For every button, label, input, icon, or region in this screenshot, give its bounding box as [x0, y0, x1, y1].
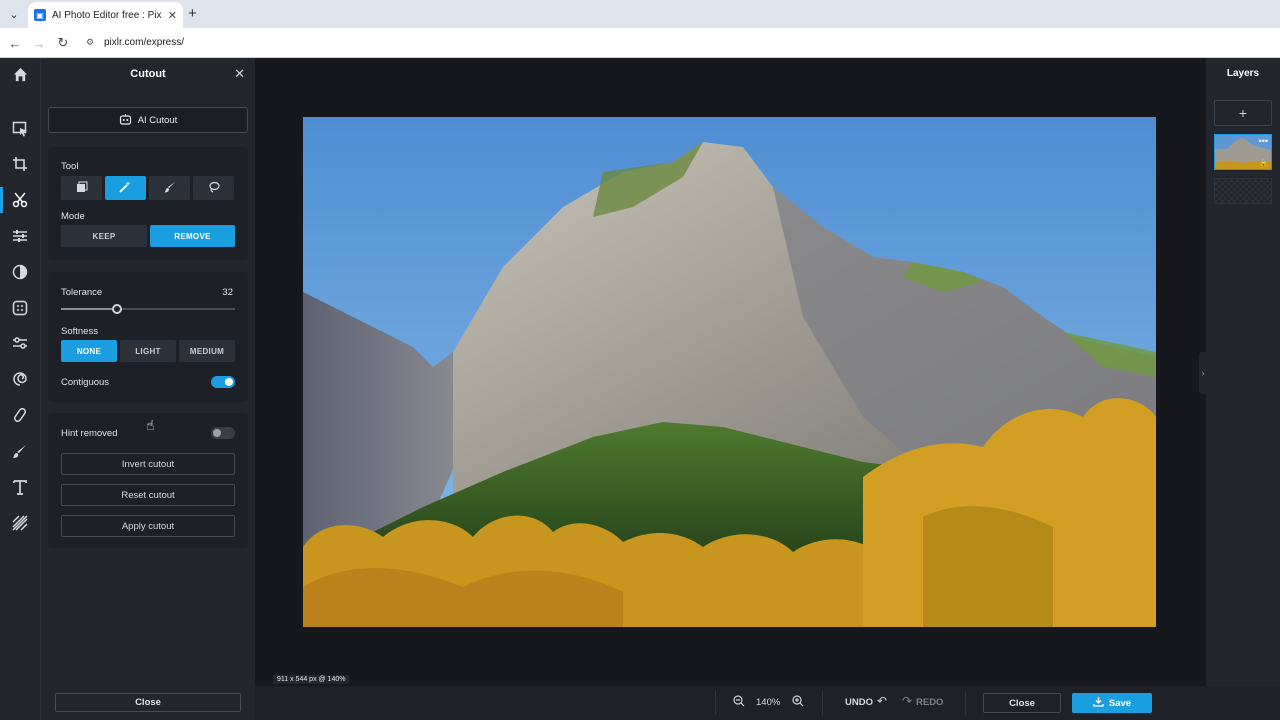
shape-icon	[76, 181, 88, 196]
robot-icon	[119, 113, 132, 128]
ai-cutout-label: AI Cutout	[137, 114, 178, 126]
liquify-icon[interactable]	[10, 333, 30, 353]
magic-wand-tool-button[interactable]	[105, 176, 146, 200]
tolerance-label: Tolerance	[61, 287, 103, 298]
invert-cutout-button[interactable]: Invert cutout	[61, 453, 235, 475]
redo-icon[interactable]: ↷	[902, 694, 912, 708]
ai-cutout-button[interactable]: AI Cutout	[48, 107, 248, 133]
crop-icon[interactable]	[10, 154, 30, 174]
lasso-tool-button[interactable]	[193, 176, 234, 200]
heal-icon[interactable]	[10, 405, 30, 425]
redo-button[interactable]: REDO	[916, 697, 943, 708]
forward-icon[interactable]: →	[31, 35, 47, 51]
undo-button[interactable]: UNDO	[845, 697, 873, 708]
softness-none-button[interactable]: NONE	[61, 340, 117, 362]
home-icon[interactable]	[10, 64, 30, 84]
softness-medium-button[interactable]: MEDIUM	[179, 340, 235, 362]
hint-removed-label: Hint removed	[61, 428, 118, 439]
tool-label: Tool	[61, 161, 79, 172]
tolerance-value: 32	[222, 287, 233, 298]
tab-title: AI Photo Editor free : Pixlr Express	[52, 9, 162, 21]
apply-cutout-button[interactable]: Apply cutout	[61, 515, 235, 537]
url-field[interactable]: pixlr.com/express/	[104, 37, 184, 48]
address-bar: ← → ↻ ⚙ pixlr.com/express/	[0, 28, 1280, 58]
tab-close-icon[interactable]: ✕	[168, 9, 177, 22]
tolerance-softness-card: Tolerance 32 Softness NONE LIGHT MEDIUM …	[48, 272, 248, 402]
left-toolbar	[0, 58, 41, 720]
canvas-area: 911 x 544 px @ 140%	[255, 58, 1206, 686]
pixlr-favicon-icon: ▣	[34, 9, 46, 21]
cutout-panel: Cutout ✕ AI Cutout Tool Mode KEEP REMOVE…	[41, 58, 255, 720]
close-panel-icon[interactable]: ✕	[234, 66, 245, 82]
save-label: Save	[1108, 697, 1132, 709]
active-tool-indicator	[0, 187, 3, 213]
tool-mode-card: Tool Mode KEEP REMOVE	[48, 147, 248, 260]
tab-list-dropdown-icon[interactable]: ⌄	[6, 6, 22, 22]
shape-tool-button[interactable]	[61, 176, 102, 200]
undo-icon[interactable]: ↶	[877, 694, 887, 708]
mode-keep-button[interactable]: KEEP	[61, 225, 147, 247]
site-info-icon[interactable]: ⚙	[86, 37, 96, 47]
reload-icon[interactable]: ↻	[55, 35, 71, 51]
save-button[interactable]: Save	[1072, 693, 1152, 713]
effect-icon[interactable]	[10, 298, 30, 318]
tolerance-slider-thumb[interactable]	[111, 304, 122, 314]
lasso-icon	[208, 181, 220, 196]
back-icon[interactable]: ←	[7, 35, 23, 51]
tolerance-slider-fill	[61, 308, 117, 310]
image-dimensions-readout: 911 x 544 px @ 140%	[273, 675, 350, 684]
layer-thumbnail[interactable]: ••• 🔒	[1214, 134, 1272, 170]
mode-remove-button[interactable]: REMOVE	[150, 225, 235, 247]
magic-wand-icon	[119, 180, 132, 196]
contiguous-label: Contiguous	[61, 377, 110, 388]
layer-lock-icon[interactable]: 🔒	[1259, 159, 1268, 167]
text-icon[interactable]	[10, 477, 30, 497]
browser-tab-bar: ⌄ ▣ AI Photo Editor free : Pixlr Express…	[0, 0, 1280, 28]
browser-tab[interactable]: ▣ AI Photo Editor free : Pixlr Express ✕	[28, 2, 183, 28]
filter-icon[interactable]	[10, 262, 30, 282]
reset-cutout-button[interactable]: Reset cutout	[61, 484, 235, 506]
zoom-out-icon[interactable]	[733, 695, 745, 710]
panel-close-button[interactable]: Close	[55, 693, 241, 712]
brush-tool-button[interactable]	[149, 176, 190, 200]
empty-layer-slot[interactable]	[1214, 178, 1272, 204]
contiguous-toggle[interactable]	[211, 376, 235, 388]
zoom-level: 140%	[756, 697, 781, 708]
add-layer-button[interactable]: +	[1214, 100, 1272, 126]
mode-label: Mode	[61, 211, 85, 222]
zoom-in-icon[interactable]	[792, 695, 804, 710]
save-icon	[1093, 696, 1104, 710]
layers-panel: Layers + ••• 🔒	[1206, 58, 1280, 720]
new-tab-icon[interactable]: +	[188, 5, 197, 22]
adjust-icon[interactable]	[10, 226, 30, 246]
layers-title: Layers	[1226, 68, 1260, 79]
softness-light-button[interactable]: LIGHT	[120, 340, 176, 362]
mountain-photo[interactable]	[303, 117, 1156, 627]
draw-icon[interactable]	[10, 441, 30, 461]
tool-group	[61, 176, 237, 200]
arrange-icon[interactable]	[10, 119, 30, 139]
brush-icon	[164, 181, 176, 196]
bottom-bar: 140% UNDO ↶ ↷ REDO Close Save	[255, 686, 1280, 720]
cutout-icon[interactable]	[10, 190, 30, 210]
hint-removed-toggle[interactable]	[211, 427, 235, 439]
pixlr-app: Cutout ✕ AI Cutout Tool Mode KEEP REMOVE…	[0, 58, 1280, 720]
retouch-icon[interactable]	[10, 369, 30, 389]
softness-label: Softness	[61, 326, 98, 337]
panel-title: Cutout	[130, 67, 166, 80]
mouse-cursor-icon: ☝	[146, 417, 155, 433]
close-button[interactable]: Close	[983, 693, 1061, 713]
pattern-icon[interactable]	[10, 513, 30, 533]
layer-options-icon[interactable]: •••	[1259, 136, 1268, 146]
